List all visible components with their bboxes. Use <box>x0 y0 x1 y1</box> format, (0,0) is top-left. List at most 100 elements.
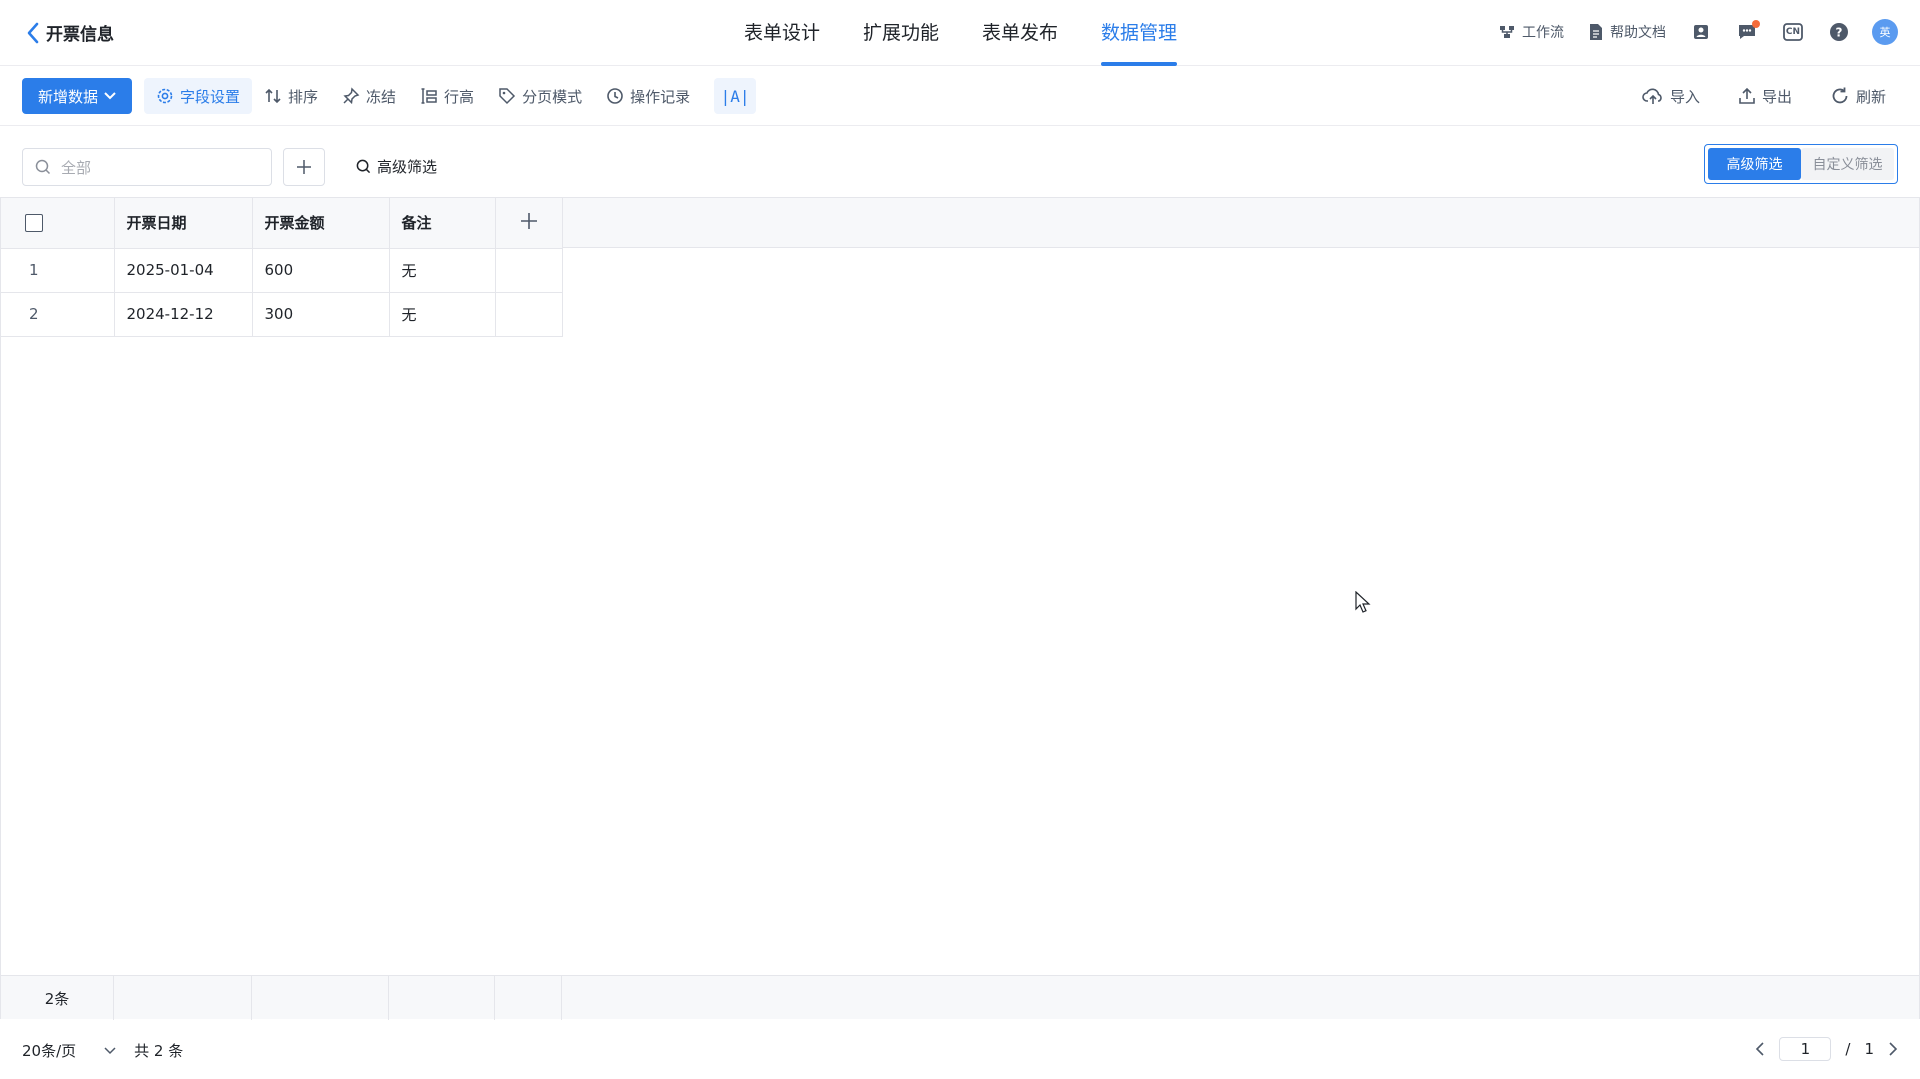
export-button[interactable]: 导出 <box>1726 78 1804 114</box>
add-column-button[interactable] <box>495 198 563 249</box>
tag-icon <box>499 88 516 105</box>
language-button[interactable]: CN <box>1782 21 1804 43</box>
row-count-summary: 2条 <box>1 976 114 1020</box>
tab-form-design[interactable]: 表单设计 <box>744 0 820 66</box>
clock-icon <box>607 88 623 104</box>
data-grid: 开票日期 开票金额 备注 1 2025-01-04 600 无 2 2024-1… <box>1 198 563 337</box>
sort-icon <box>265 88 281 104</box>
search-placeholder: 全部 <box>61 158 92 177</box>
column-header-note[interactable]: 备注 <box>389 198 496 249</box>
column-header-date[interactable]: 开票日期 <box>114 198 253 249</box>
toolbar: 新增数据 字段设置 排序 冻结 行高 分页模式 操作记录 |A| 导入 导出 刷… <box>0 66 1920 126</box>
top-header: 开票信息 表单设计 扩展功能 表单发布 数据管理 工作流 帮助文档 CN ? 英 <box>0 0 1920 66</box>
svg-text:?: ? <box>1836 26 1843 40</box>
freeze-button[interactable]: 冻结 <box>330 78 408 114</box>
tab-data-management[interactable]: 数据管理 <box>1101 0 1178 66</box>
row-height-button[interactable]: 行高 <box>408 78 486 114</box>
new-data-button[interactable]: 新增数据 <box>22 78 132 114</box>
page-number-input[interactable]: 1 <box>1779 1037 1832 1061</box>
tab-form-publish[interactable]: 表单发布 <box>982 0 1058 66</box>
row-height-label: 行高 <box>444 87 475 106</box>
summary-cell <box>495 976 562 1020</box>
messages-button[interactable] <box>1736 20 1760 43</box>
header-actions: 工作流 帮助文档 CN ? 英 <box>1474 19 1898 45</box>
document-icon <box>1590 24 1602 40</box>
plus-icon <box>520 212 537 229</box>
custom-filter-option[interactable]: 自定义筛选 <box>1801 148 1894 180</box>
advanced-filter-option[interactable]: 高级筛选 <box>1708 148 1801 180</box>
pagination-mode-label: 分页模式 <box>522 87 583 106</box>
question-icon: ? <box>1830 23 1848 41</box>
column-header-amount[interactable]: 开票金额 <box>252 198 390 249</box>
refresh-button[interactable]: 刷新 <box>1818 78 1898 114</box>
export-label: 导出 <box>1761 87 1792 106</box>
pagination-mode-button[interactable]: 分页模式 <box>486 78 594 114</box>
pin-icon <box>343 87 360 105</box>
cell-empty <box>495 292 563 337</box>
sort-label: 排序 <box>288 87 319 106</box>
notification-dot <box>1752 20 1760 28</box>
contact-icon <box>1694 25 1708 39</box>
gear-icon <box>157 88 173 104</box>
cell-amount[interactable]: 600 <box>252 248 390 293</box>
back-button[interactable]: 开票信息 <box>26 20 114 45</box>
select-all-checkbox[interactable] <box>25 214 43 232</box>
table-header-row: 开票日期 开票金额 备注 <box>1 198 563 249</box>
mouse-cursor-icon <box>1355 591 1371 613</box>
table-row[interactable]: 2 2024-12-12 300 无 <box>1 292 563 337</box>
import-button[interactable]: 导入 <box>1630 78 1712 114</box>
row-index: 1 <box>1 248 115 293</box>
refresh-icon <box>1832 87 1848 104</box>
main-tabs: 表单设计 扩展功能 表单发布 数据管理 <box>744 0 1220 66</box>
operation-log-button[interactable]: 操作记录 <box>594 78 702 114</box>
language-label: CN <box>1785 27 1801 37</box>
cloud-upload-icon <box>1642 88 1662 104</box>
cell-date[interactable]: 2024-12-12 <box>114 292 253 337</box>
select-all-cell <box>1 198 115 249</box>
chevron-left-icon[interactable] <box>1755 1042 1765 1056</box>
refresh-label: 刷新 <box>1855 87 1886 106</box>
cell-note[interactable]: 无 <box>389 292 496 337</box>
freeze-label: 冻结 <box>366 87 397 106</box>
workflow-icon <box>1500 26 1514 38</box>
row-height-icon <box>421 88 437 104</box>
contacts-button[interactable] <box>1690 21 1712 43</box>
new-data-label: 新增数据 <box>37 87 98 106</box>
tab-extensions[interactable]: 扩展功能 <box>863 0 939 66</box>
sort-button[interactable]: 排序 <box>252 78 330 114</box>
summary-cell <box>114 976 252 1020</box>
advanced-filter-link[interactable]: 高级筛选 <box>356 156 437 177</box>
export-icon <box>1739 87 1755 104</box>
text-mode-button[interactable]: |A| <box>714 78 757 114</box>
workflow-button[interactable]: 工作流 <box>1498 22 1564 42</box>
advanced-filter-label: 高级筛选 <box>377 158 438 176</box>
filter-mode-toggle: 高级筛选 自定义筛选 <box>1704 144 1898 184</box>
cell-note[interactable]: 无 <box>389 248 496 293</box>
chevron-down-icon <box>104 92 116 100</box>
toolbar-right-actions: 导入 导出 刷新 <box>1616 78 1898 114</box>
help-docs-button[interactable]: 帮助文档 <box>1588 22 1666 42</box>
search-input[interactable]: 全部 <box>22 148 272 186</box>
help-button[interactable]: ? <box>1828 21 1850 43</box>
help-docs-label: 帮助文档 <box>1610 25 1666 41</box>
page-separator: / <box>1845 1040 1851 1058</box>
field-settings-button[interactable]: 字段设置 <box>144 78 253 114</box>
page-title: 开票信息 <box>46 25 114 45</box>
user-avatar[interactable]: 英 <box>1872 19 1898 45</box>
chevron-left-icon <box>27 22 39 43</box>
row-index: 2 <box>1 292 115 337</box>
search-icon <box>356 159 371 174</box>
page-size-label: 20条/页 <box>22 1042 77 1060</box>
table-row[interactable]: 1 2025-01-04 600 无 <box>1 248 563 293</box>
cell-amount[interactable]: 300 <box>252 292 390 337</box>
pagination-right: 1 / 1 <box>1755 1037 1898 1061</box>
field-settings-label: 字段设置 <box>180 87 241 106</box>
workflow-label: 工作流 <box>1522 25 1564 41</box>
chevron-right-icon[interactable] <box>1888 1042 1898 1056</box>
cell-empty <box>495 248 563 293</box>
add-filter-button[interactable] <box>283 148 325 186</box>
operation-log-label: 操作记录 <box>630 87 691 106</box>
page-size-select[interactable]: 20条/页 <box>22 1040 116 1061</box>
table-summary-row: 2条 <box>1 975 1919 1020</box>
cell-date[interactable]: 2025-01-04 <box>114 248 253 293</box>
